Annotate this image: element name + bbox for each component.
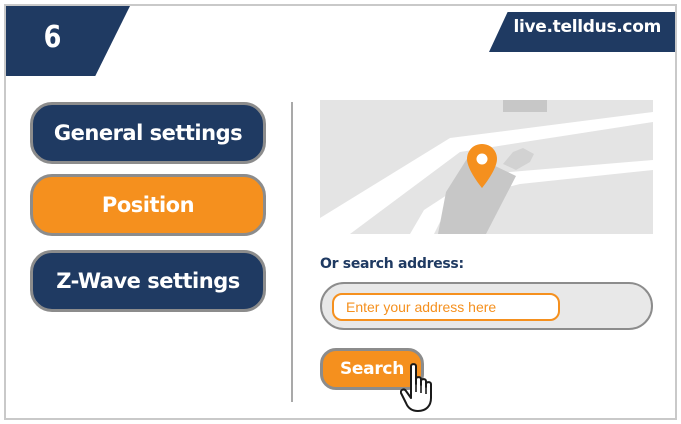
position-map[interactable] [320, 100, 653, 234]
address-input[interactable] [332, 293, 560, 321]
search-address-label: Or search address: [320, 256, 464, 272]
search-button-label: Search [339, 359, 404, 379]
instruction-frame: 6 live.telldus.com General settings Posi… [4, 4, 677, 420]
vertical-divider [291, 102, 293, 402]
menu-position-label: Position [101, 193, 195, 217]
hand-pointer-icon [400, 363, 432, 412]
url-label: live.telldus.com [513, 17, 661, 37]
step-badge [6, 6, 130, 76]
menu-position-button[interactable]: Position [30, 174, 266, 236]
menu-zwave-settings-button[interactable]: Z-Wave settings [30, 250, 266, 312]
map-pin-icon [467, 144, 497, 188]
menu-zwave-settings-label: Z-Wave settings [56, 269, 240, 293]
menu-general-settings-button[interactable]: General settings [30, 102, 266, 164]
step-number: 6 [43, 20, 62, 55]
menu-general-settings-label: General settings [53, 121, 243, 145]
